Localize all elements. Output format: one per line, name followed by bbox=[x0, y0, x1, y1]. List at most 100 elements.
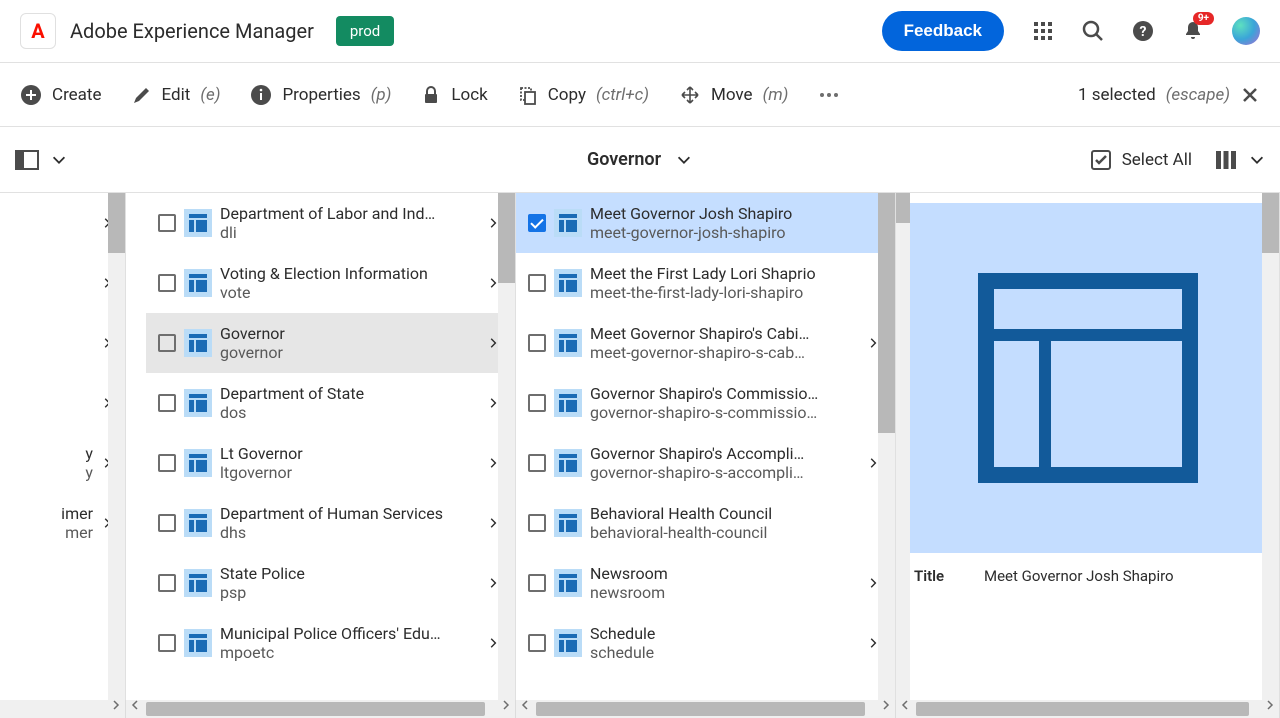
item-title: Department of State bbox=[220, 384, 477, 403]
page-icon bbox=[554, 269, 582, 297]
page-icon bbox=[184, 269, 212, 297]
detail-title-row: Title Meet Governor Josh Shapiro bbox=[910, 553, 1265, 589]
item-title: Newsroom bbox=[590, 564, 857, 583]
item-name: schedule bbox=[590, 643, 857, 662]
checkbox[interactable] bbox=[158, 634, 176, 652]
select-all-button[interactable]: Select All bbox=[1090, 149, 1192, 171]
list-item[interactable]: Department of Human Servicesdhs bbox=[146, 493, 515, 553]
user-avatar[interactable] bbox=[1232, 17, 1260, 45]
checkbox[interactable] bbox=[528, 574, 546, 592]
adobe-logo[interactable]: A bbox=[20, 13, 56, 49]
checkbox[interactable] bbox=[158, 214, 176, 232]
global-header: A Adobe Experience Manager prod Feedback… bbox=[0, 0, 1280, 63]
column0-item[interactable]: yy bbox=[0, 433, 125, 493]
more-button[interactable] bbox=[818, 84, 840, 106]
copy-button[interactable]: Copy(ctrl+c) bbox=[518, 85, 649, 105]
list-item[interactable]: Meet Governor Josh Shapiromeet-governor-… bbox=[516, 193, 895, 253]
apps-icon[interactable] bbox=[1032, 20, 1054, 42]
list-item[interactable]: Governor Shapiro's Commissio…governor-sh… bbox=[516, 373, 895, 433]
brand-title: Adobe Experience Manager bbox=[70, 19, 314, 43]
detail-panel: Title Meet Governor Josh Shapiro bbox=[896, 193, 1280, 700]
close-icon[interactable] bbox=[1240, 85, 1260, 105]
page-icon bbox=[554, 209, 582, 237]
list-item[interactable]: Governor Shapiro's Accompli…governor-sha… bbox=[516, 433, 895, 493]
item-name: behavioral-health-council bbox=[590, 523, 883, 542]
checkbox[interactable] bbox=[158, 574, 176, 592]
feedback-button[interactable]: Feedback bbox=[882, 11, 1004, 51]
item-title: Governor Shapiro's Accompli… bbox=[590, 444, 857, 463]
checkbox[interactable] bbox=[158, 394, 176, 412]
checkbox[interactable] bbox=[158, 454, 176, 472]
env-badge: prod bbox=[336, 16, 394, 46]
list-item[interactable]: Department of Labor and Ind…dli bbox=[146, 193, 515, 253]
list-item[interactable]: Voting & Election Informationvote bbox=[146, 253, 515, 313]
checkbox[interactable] bbox=[158, 274, 176, 292]
checkbox[interactable] bbox=[528, 214, 546, 232]
view-switcher[interactable] bbox=[1214, 148, 1266, 172]
help-icon[interactable]: ? bbox=[1132, 20, 1154, 42]
page-icon bbox=[554, 449, 582, 477]
column0-item[interactable] bbox=[0, 193, 125, 253]
checkbox[interactable] bbox=[528, 454, 546, 472]
item-name: meet-governor-josh-shapiro bbox=[590, 223, 883, 242]
page-icon bbox=[184, 329, 212, 357]
ellipsis-icon bbox=[818, 84, 840, 106]
item-name: governor bbox=[220, 343, 477, 362]
checkbox[interactable] bbox=[158, 334, 176, 352]
list-item[interactable]: Governorgovernor bbox=[146, 313, 515, 373]
breadcrumb-title[interactable]: Governor bbox=[587, 149, 693, 170]
checkbox[interactable] bbox=[528, 274, 546, 292]
move-button[interactable]: Move(m) bbox=[679, 84, 788, 106]
list-item[interactable]: Meet Governor Shapiro's Cabi…meet-govern… bbox=[516, 313, 895, 373]
item-title: Governor Shapiro's Commissio… bbox=[590, 384, 883, 403]
list-item[interactable]: State Policepsp bbox=[146, 553, 515, 613]
page-icon bbox=[554, 389, 582, 417]
item-title: Department of Human Services bbox=[220, 504, 477, 523]
lock-button[interactable]: Lock bbox=[421, 85, 487, 105]
list-item[interactable]: Department of Statedos bbox=[146, 373, 515, 433]
list-item[interactable]: Scheduleschedule bbox=[516, 613, 895, 673]
column0-item[interactable] bbox=[0, 373, 125, 433]
column-view-icon bbox=[1214, 148, 1238, 172]
checkbox[interactable] bbox=[528, 394, 546, 412]
checkbox[interactable] bbox=[528, 334, 546, 352]
column0-item[interactable]: imermer bbox=[0, 493, 125, 553]
list-item[interactable]: Behavioral Health Councilbehavioral-heal… bbox=[516, 493, 895, 553]
item-title: Department of Labor and Ind… bbox=[220, 204, 477, 223]
checkbox[interactable] bbox=[528, 634, 546, 652]
create-button[interactable]: Create bbox=[20, 84, 102, 106]
page-icon bbox=[184, 449, 212, 477]
rail-toggle[interactable] bbox=[14, 147, 68, 173]
item-name: meet-the-first-lady-lori-shapiro bbox=[590, 283, 883, 302]
chevron-down-icon bbox=[1248, 151, 1266, 169]
list-item[interactable]: Lt Governorltgovernor bbox=[146, 433, 515, 493]
page-icon bbox=[554, 509, 582, 537]
page-thumbnail bbox=[910, 203, 1265, 553]
item-name: newsroom bbox=[590, 583, 857, 602]
checkbox[interactable] bbox=[528, 514, 546, 532]
column-1: Department of Labor and Ind…dliVoting & … bbox=[126, 193, 516, 700]
checkbox[interactable] bbox=[158, 514, 176, 532]
item-title: Lt Governor bbox=[220, 444, 477, 463]
notification-badge: 9+ bbox=[1193, 12, 1214, 25]
item-name: meet-governor-shapiro-s-cab… bbox=[590, 343, 857, 362]
list-item[interactable]: Municipal Police Officers' Edu…mpoetc bbox=[146, 613, 515, 673]
page-icon bbox=[184, 629, 212, 657]
horizontal-scrollbars[interactable] bbox=[0, 700, 1280, 718]
column0-item[interactable] bbox=[0, 253, 125, 313]
column0-item[interactable] bbox=[0, 313, 125, 373]
notifications-icon[interactable]: 9+ bbox=[1182, 20, 1204, 42]
page-icon bbox=[184, 509, 212, 537]
select-all-icon bbox=[1090, 149, 1112, 171]
selection-count: 1 selected (escape) bbox=[1078, 85, 1260, 105]
lock-icon bbox=[421, 85, 441, 105]
edit-button[interactable]: Edit(e) bbox=[132, 85, 221, 105]
item-title: Behavioral Health Council bbox=[590, 504, 883, 523]
properties-button[interactable]: Properties(p) bbox=[250, 84, 391, 106]
list-item[interactable]: Meet the First Lady Lori Shapriomeet-the… bbox=[516, 253, 895, 313]
list-item[interactable]: Newsroomnewsroom bbox=[516, 553, 895, 613]
item-name: vote bbox=[220, 283, 477, 302]
search-icon[interactable] bbox=[1082, 20, 1104, 42]
page-icon bbox=[554, 629, 582, 657]
svg-text:?: ? bbox=[1140, 24, 1147, 40]
